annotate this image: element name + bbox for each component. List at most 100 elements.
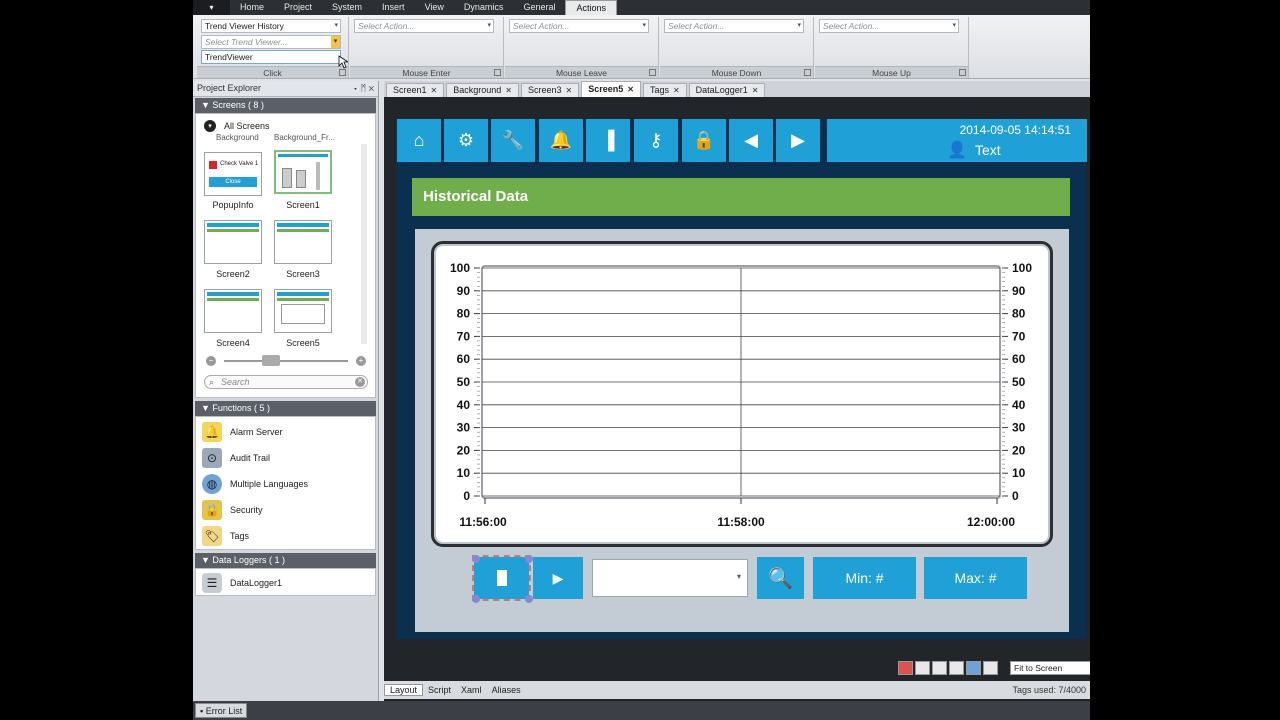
selection-handle[interactable] <box>525 595 533 603</box>
screen-thumb-screen1[interactable] <box>274 150 332 194</box>
logger-item-datalogger1[interactable]: ☰ DataLogger1 <box>196 570 375 596</box>
menu-insert[interactable]: Insert <box>372 0 415 15</box>
dialog-launcher-icon[interactable] <box>959 69 966 76</box>
thumb-header <box>207 223 259 227</box>
dropdown-option-trendviewer[interactable]: TrendViewer <box>201 50 341 64</box>
action-combo-click[interactable]: Trend Viewer History ▾ <box>201 19 341 33</box>
close-icon[interactable]: ✕ <box>673 84 680 97</box>
zoom-out-icon[interactable]: − <box>206 356 216 366</box>
layout-tool-icon[interactable] <box>932 661 947 675</box>
menu-general[interactable]: General <box>513 0 565 15</box>
popup-thumb-button: Close <box>209 177 257 187</box>
trend-viewer[interactable]: 100 90 80 70 60 50 40 30 20 10 0 100 90 80 70 60 50 40 30 2… <box>431 241 1053 547</box>
menu-home[interactable]: Home <box>230 0 274 15</box>
layout-tool-icon[interactable] <box>898 661 913 675</box>
tab-screen3[interactable]: Screen3 ✕ <box>520 83 580 97</box>
chevron-down-icon[interactable]: ▾ <box>331 36 340 48</box>
dialog-launcher-icon[interactable] <box>339 69 346 76</box>
max-button[interactable]: Max: # <box>924 557 1027 599</box>
layout-tool-icon[interactable] <box>966 661 981 675</box>
slider-handle[interactable] <box>262 355 280 366</box>
key-icon[interactable]: ⚷ <box>634 119 678 162</box>
menu-view[interactable]: View <box>415 0 454 15</box>
play-button[interactable]: ▶ <box>533 557 583 599</box>
y-tick-label-right: 0 <box>1012 489 1019 503</box>
screen-thumb-screen3[interactable] <box>274 220 332 264</box>
tab-background[interactable]: Background ✕ <box>446 83 519 97</box>
function-item-tags[interactable]: 🏷 Tags <box>196 523 375 549</box>
tab-layout[interactable]: Layout <box>384 684 424 696</box>
screen-thumb-screen2[interactable] <box>204 220 262 264</box>
screen-thumb-screen5[interactable] <box>274 289 332 333</box>
layout-tool-icon[interactable] <box>915 661 930 675</box>
close-icon[interactable]: ✕ <box>431 84 438 97</box>
function-item-alarm-server[interactable]: 🔔 Alarm Server <box>196 419 375 445</box>
process-icon[interactable]: ⚙ <box>444 119 488 162</box>
thumb-size-slider[interactable] <box>224 360 348 362</box>
menu-actions[interactable]: Actions <box>565 0 617 15</box>
action-combo-placeholder: Select Action... <box>513 21 570 31</box>
screen-thumb-screen4[interactable] <box>204 289 262 333</box>
action-combo-mouse-up[interactable]: Select Action... ▾ <box>819 19 959 33</box>
data-loggers-section-header[interactable]: ▼ Data Loggers ( 1 ) <box>195 553 376 568</box>
screens-section-header[interactable]: ▼ Screens ( 8 ) <box>195 98 376 113</box>
action-combo-mouse-leave[interactable]: Select Action... ▾ <box>509 19 649 33</box>
thumb-header <box>277 223 329 227</box>
function-item-audit-trail[interactable]: ⊙ Audit Trail <box>196 445 375 471</box>
selection-handle[interactable] <box>525 555 533 563</box>
action-combo-mouse-enter[interactable]: Select Action... ▾ <box>354 19 494 33</box>
dialog-launcher-icon[interactable] <box>494 69 501 76</box>
tab-aliases[interactable]: Aliases <box>487 685 526 695</box>
menu-project[interactable]: Project <box>274 0 322 15</box>
bar-chart-icon[interactable]: ▐ <box>586 119 630 162</box>
close-icon[interactable]: ✕ <box>752 84 759 97</box>
layout-tool-icon[interactable] <box>949 661 964 675</box>
wrench-icon[interactable]: 🔧 <box>491 119 535 162</box>
zoom-button[interactable]: 🔍 <box>757 557 804 599</box>
close-icon[interactable]: ✕ <box>566 84 573 97</box>
alarm-icon[interactable]: 🔔 <box>539 119 583 162</box>
forward-icon[interactable]: ▶ <box>776 119 820 162</box>
pane-controls[interactable]: ▾ ᛗ ✕ <box>353 81 374 96</box>
menu-dynamics[interactable]: Dynamics <box>454 0 514 15</box>
tab-script[interactable]: Script <box>423 685 456 695</box>
dialog-launcher-icon[interactable] <box>804 69 811 76</box>
tab-datalogger1[interactable]: DataLogger1 ✕ <box>688 83 766 97</box>
error-list-tab[interactable]: ▪ Error List <box>195 703 248 718</box>
screen-thumb-popupinfo[interactable]: Check Valve 1 Close <box>204 152 262 196</box>
home-icon[interactable]: ⌂ <box>397 119 441 162</box>
tag-icon: 🏷 <box>202 526 222 546</box>
min-button[interactable]: Min: # <box>813 557 916 599</box>
scrollbar[interactable] <box>361 144 367 344</box>
tab-screen1[interactable]: Screen1 ✕ <box>386 83 445 97</box>
group-label-mouse-leave: Mouse Leave <box>505 66 658 78</box>
function-item-security[interactable]: 🔒 Security <box>196 497 375 523</box>
search-input[interactable]: ⌕ Search ✕ <box>204 375 368 389</box>
action-combo-mouse-down[interactable]: Select Action... ▾ <box>664 19 804 33</box>
dialog-launcher-icon[interactable] <box>649 69 656 76</box>
clear-icon[interactable]: ✕ <box>355 377 365 387</box>
period-dropdown[interactable]: ▾ <box>592 559 748 597</box>
pause-button[interactable] <box>472 555 531 601</box>
trend-viewer-combo[interactable]: Select Trend Viewer... ▾ <box>201 35 341 49</box>
menu-system[interactable]: System <box>322 0 372 15</box>
logger-label: DataLogger1 <box>230 578 283 588</box>
lock-icon[interactable]: 🔒 <box>682 119 726 162</box>
zoom-fit-select[interactable]: Fit to Screen▾ <box>1010 661 1090 675</box>
functions-section-header[interactable]: ▼ Functions ( 5 ) <box>195 401 376 416</box>
tab-tags[interactable]: Tags ✕ <box>642 83 687 97</box>
selection-handle[interactable] <box>472 555 480 563</box>
tab-screen5[interactable]: Screen5 ✕ <box>581 81 641 97</box>
app-menu-button[interactable]: ▾ <box>193 0 230 15</box>
function-item-multiple-languages[interactable]: ◍ Multiple Languages <box>196 471 375 497</box>
all-screens-filter[interactable]: ▾ All Screens <box>204 120 270 132</box>
close-icon[interactable]: ✕ <box>505 84 512 97</box>
back-icon[interactable]: ◀ <box>729 119 773 162</box>
close-icon[interactable]: ✕ <box>627 83 634 96</box>
selection-handle[interactable] <box>472 595 480 603</box>
zoom-in-icon[interactable]: + <box>356 356 366 366</box>
layout-tool-icon[interactable] <box>983 661 998 675</box>
y-tick-label-right: 20 <box>1012 443 1026 457</box>
thumb-label-partial: Background <box>216 133 259 142</box>
tab-xaml[interactable]: Xaml <box>456 685 487 695</box>
